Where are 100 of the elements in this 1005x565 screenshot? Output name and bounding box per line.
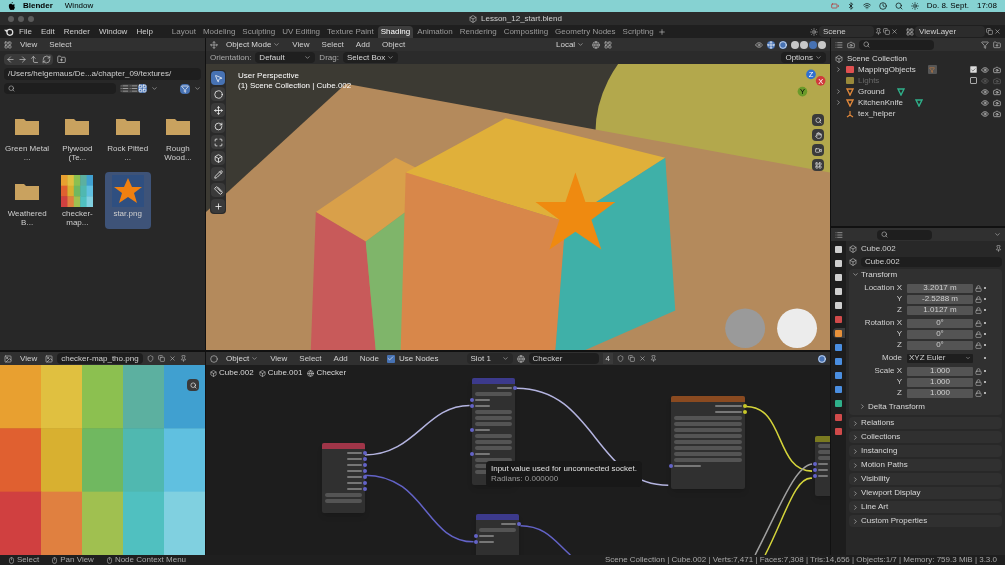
list-view-button[interactable] <box>120 84 129 93</box>
measure-tool[interactable] <box>211 183 225 197</box>
properties-tab[interactable] <box>832 258 845 268</box>
lock-icon[interactable] <box>975 295 982 303</box>
workspace-tab[interactable]: Geometry Nodes <box>552 25 619 38</box>
material-field[interactable]: Checker <box>528 353 599 364</box>
workspace-tab[interactable]: Texture Paint <box>324 25 377 38</box>
browser-entry[interactable]: Plywood (Te... <box>54 107 101 164</box>
pin-icon[interactable] <box>649 355 657 362</box>
node-socket[interactable] <box>513 386 517 390</box>
breadcrumb-item[interactable]: Cube.002 <box>219 369 254 377</box>
menu-item[interactable]: Blender <box>23 2 53 10</box>
number-field[interactable]: 1.000 <box>907 388 973 398</box>
menu-item[interactable]: Object <box>378 40 410 49</box>
user-count[interactable]: 4 <box>602 353 613 364</box>
add-workspace-icon[interactable] <box>657 27 666 36</box>
pin-icon[interactable] <box>179 355 187 362</box>
close-icon[interactable] <box>994 28 1001 35</box>
image-name-field[interactable]: checker-map_tho.png <box>57 353 143 364</box>
number-field[interactable]: 1.0127 m <box>907 305 973 315</box>
display-mode-icon[interactable] <box>835 40 843 49</box>
number-field[interactable]: -2.5288 m <box>907 294 973 304</box>
shader-type-dropdown[interactable]: Object <box>222 354 263 363</box>
camera-view-button[interactable] <box>812 144 824 156</box>
view-layer-field[interactable]: ViewLayer <box>915 26 985 37</box>
workspace-tab[interactable]: UV Editing <box>279 25 324 38</box>
menu-item[interactable]: View <box>266 354 292 363</box>
visibility-icon[interactable] <box>755 40 763 49</box>
copy-icon[interactable] <box>627 355 635 362</box>
fake-user-icon[interactable] <box>616 355 624 362</box>
close-icon[interactable] <box>638 355 646 362</box>
app-logo-icon[interactable] <box>4 27 14 36</box>
search-field[interactable] <box>877 229 932 240</box>
node-socket[interactable] <box>470 428 474 432</box>
properties-tab[interactable] <box>832 272 845 282</box>
search-field[interactable] <box>4 83 116 94</box>
properties-tab[interactable] <box>832 342 845 352</box>
lock-icon[interactable] <box>975 306 982 314</box>
editor-type-icon[interactable] <box>4 40 12 49</box>
menu-item[interactable]: File <box>15 27 36 36</box>
workspace-tab[interactable]: Shading <box>377 25 414 38</box>
pan-button[interactable] <box>812 129 824 141</box>
scene-field[interactable]: Scene <box>819 26 874 37</box>
properties-tab[interactable] <box>832 370 845 380</box>
close-icon[interactable] <box>168 355 176 362</box>
name-field[interactable]: Cube.002 <box>861 256 1002 267</box>
thumbnail-view-button[interactable] <box>138 84 147 93</box>
copy-icon[interactable] <box>883 28 890 35</box>
menu-item[interactable]: Add <box>351 40 375 49</box>
workspace-tab[interactable]: Layout <box>168 25 199 38</box>
panel-header[interactable]: Viewport Display <box>849 487 1002 499</box>
properties-tab[interactable] <box>832 384 845 394</box>
editor-type-icon[interactable] <box>835 230 843 239</box>
overlay-toggle-button[interactable] <box>818 354 826 363</box>
number-field[interactable]: 0° <box>907 340 973 350</box>
properties-tab[interactable] <box>832 328 845 338</box>
number-field[interactable]: 0° <box>907 318 973 328</box>
properties-tab[interactable] <box>832 356 845 366</box>
properties-tab[interactable] <box>832 244 845 254</box>
menu-item[interactable]: Window <box>60 2 98 10</box>
workspace-tab[interactable]: Compositing <box>500 25 552 38</box>
copy-icon[interactable] <box>157 355 165 362</box>
workspace-tab[interactable]: Modeling <box>199 25 239 38</box>
panel-header[interactable]: Transform <box>849 269 1002 280</box>
refresh-button[interactable] <box>42 55 51 64</box>
menu-item[interactable]: Help <box>132 27 157 36</box>
add-cube-tool[interactable] <box>211 199 225 213</box>
grid-view-button[interactable] <box>812 159 824 171</box>
rotate-tool[interactable] <box>211 119 225 133</box>
outliner-item[interactable]: Scene Collection <box>847 54 908 63</box>
node[interactable] <box>322 443 365 513</box>
forward-button[interactable] <box>18 55 27 64</box>
cursor-tool[interactable] <box>211 87 225 101</box>
transform-tool[interactable] <box>211 151 225 165</box>
search-field[interactable] <box>859 39 934 50</box>
fake-user-icon[interactable] <box>146 355 154 362</box>
panel-header[interactable]: Instancing <box>849 445 1002 457</box>
lock-icon[interactable] <box>975 341 982 349</box>
browser-entry[interactable]: Rough Wood... <box>154 107 201 164</box>
filter-button[interactable] <box>180 83 190 94</box>
panel-header[interactable]: Motion Paths <box>849 459 1002 471</box>
menu-item[interactable]: Window <box>94 27 132 36</box>
filter-icon[interactable] <box>981 40 989 49</box>
menu-item[interactable]: Edit <box>36 27 59 36</box>
workspace-tab[interactable]: Rendering <box>456 25 500 38</box>
node[interactable] <box>671 396 745 489</box>
node-socket[interactable] <box>669 464 673 468</box>
pivot-dropdown[interactable]: Local <box>552 40 589 49</box>
detail-view-button[interactable] <box>129 84 138 93</box>
lock-icon[interactable] <box>975 330 982 338</box>
node-socket[interactable] <box>517 522 521 526</box>
number-field[interactable]: 0° <box>907 329 973 339</box>
menu-item[interactable]: View <box>16 354 42 363</box>
browser-entry[interactable]: checker-map... <box>54 172 101 229</box>
overlay-toggle-button[interactable] <box>779 40 787 49</box>
number-field[interactable]: 1.000 <box>907 377 973 387</box>
new-folder-button[interactable] <box>57 55 66 64</box>
path-field[interactable]: /Users/helgemaus/De...a/chapter_09/textures/ <box>4 68 201 80</box>
navigation-gizmo[interactable]: Y Z X <box>796 68 826 98</box>
workspace-tab[interactable]: Sculpting <box>239 25 279 38</box>
